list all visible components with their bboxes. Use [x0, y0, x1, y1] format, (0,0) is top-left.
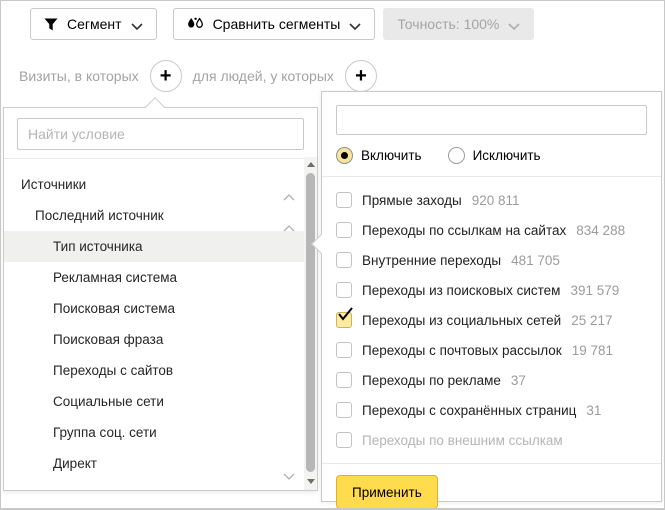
tree-item-label: Социальные сети: [53, 394, 164, 409]
option-count: 391 579: [570, 283, 619, 298]
tree-item-label: Поисковая фраза: [53, 332, 163, 347]
option-label: Переходы с сохранённых страниц: [362, 403, 576, 418]
segment-button[interactable]: Сегмент: [30, 8, 157, 40]
option-label: Переходы по ссылкам на сайтах: [362, 223, 566, 238]
tree-item-label: Переходы с сайтов: [53, 363, 173, 378]
tree-item-site-referrals[interactable]: Переходы с сайтов: [4, 355, 317, 386]
option-count: 481 705: [511, 253, 560, 268]
option-social-network-referrals[interactable]: Переходы из социальных сетей 25 217: [336, 305, 647, 335]
checkbox-icon: [336, 192, 352, 208]
option-search-input[interactable]: [336, 105, 647, 135]
tree-item-search-engine[interactable]: Поисковая система: [4, 293, 317, 324]
include-radio-label: Включить: [361, 148, 422, 163]
radio-circle-icon: [448, 147, 465, 164]
option-label: Переходы по рекламе: [362, 373, 501, 388]
tree-item-label: Рекламная система: [53, 270, 177, 285]
toolbar: Сегмент Сравнить сегменты Точность: 100%: [30, 8, 534, 40]
checkbox-icon: [336, 432, 352, 448]
tree-item-ad-system[interactable]: Рекламная система: [4, 262, 317, 293]
scroll-down-button[interactable]: [304, 475, 317, 488]
droplets-icon: [187, 17, 204, 31]
option-count: 920 811: [472, 193, 520, 208]
accuracy-dropdown[interactable]: Точность: 100%: [383, 8, 534, 40]
compare-segments-button-label: Сравнить сегменты: [213, 16, 341, 32]
source-type-popup: Включить Исключить Прямые заходы 920 811…: [321, 91, 662, 502]
condition-search: [4, 108, 317, 159]
option-search: [336, 105, 647, 135]
chevron-down-icon: [349, 17, 361, 33]
condition-search-input[interactable]: [17, 118, 304, 150]
compare-segments-button[interactable]: Сравнить сегменты: [173, 8, 376, 40]
accuracy-label: Точность: 100%: [397, 16, 499, 32]
condition-picker-panel: Источники Последний источник Тип источни…: [3, 107, 318, 491]
condition-bar: Визиты, в которых + для людей, у которых…: [19, 60, 377, 92]
option-search-engine-referrals[interactable]: Переходы из поисковых систем 391 579: [336, 275, 647, 305]
tree-item-source-type[interactable]: Тип источника: [4, 231, 304, 262]
scroll-thumb[interactable]: [306, 173, 315, 472]
option-label: Внутренние переходы: [362, 253, 501, 268]
add-visit-condition-button[interactable]: +: [150, 60, 182, 92]
popup-footer: Применить: [322, 463, 661, 510]
checkbox-icon: [336, 282, 352, 298]
chevron-down-icon: [508, 17, 520, 33]
option-count: 25 217: [571, 313, 612, 328]
checkbox-icon: [336, 402, 352, 418]
option-label: Переходы по внешним ссылкам: [362, 433, 563, 448]
apply-button[interactable]: Применить: [336, 475, 438, 509]
tree-item-search-phrase[interactable]: Поисковая фраза: [4, 324, 317, 355]
tree-item-label: Источники: [21, 177, 86, 192]
filter-icon: [44, 18, 58, 31]
scroll-up-button[interactable]: [304, 159, 317, 172]
option-internal-referrals[interactable]: Внутренние переходы 481 705: [336, 245, 647, 275]
option-label: Прямые заходы: [362, 193, 462, 208]
option-external-link-referrals[interactable]: Переходы по внешним ссылкам: [336, 425, 647, 455]
option-email-referrals[interactable]: Переходы с почтовых рассылок 19 781: [336, 335, 647, 365]
people-condition-label: для людей, у которых: [193, 68, 334, 84]
chevron-down-icon[interactable]: [283, 460, 295, 491]
exclude-radio-label: Исключить: [473, 148, 541, 163]
include-radio[interactable]: Включить: [336, 147, 422, 164]
option-label: Переходы из поисковых систем: [362, 283, 560, 298]
tree-item-label: Директ: [53, 456, 97, 471]
tree-item-social-networks[interactable]: Социальные сети: [4, 386, 317, 417]
checkbox-icon: [336, 372, 352, 388]
option-count: 834 288: [576, 223, 625, 238]
source-type-options: Прямые заходы 920 811 Переходы по ссылка…: [322, 177, 661, 463]
option-count: 19 781: [572, 343, 613, 358]
tree-item-last-source[interactable]: Последний источник: [4, 200, 317, 231]
chevron-down-icon: [131, 17, 143, 33]
option-direct-visits[interactable]: Прямые заходы 920 811: [336, 185, 647, 215]
checkbox-checked-icon: [336, 312, 352, 328]
tree-scrollbar[interactable]: [304, 157, 317, 490]
add-people-condition-button[interactable]: +: [345, 60, 377, 92]
tree-item-direct[interactable]: Директ: [4, 448, 317, 479]
tree-item-social-group[interactable]: Группа соц. сети: [4, 417, 317, 448]
tree-item-label: Последний источник: [35, 208, 164, 223]
checkbox-icon: [336, 342, 352, 358]
include-exclude-switch: Включить Исключить: [336, 147, 647, 164]
option-count: 31: [586, 403, 601, 418]
checkbox-icon: [336, 222, 352, 238]
tree-item-sources[interactable]: Источники: [4, 169, 317, 200]
exclude-radio[interactable]: Исключить: [448, 147, 541, 164]
radio-circle-icon: [336, 147, 353, 164]
option-label: Переходы с почтовых рассылок: [362, 343, 562, 358]
visits-condition-label: Визиты, в которых: [19, 68, 139, 84]
tree-item-label: Тип источника: [53, 239, 143, 254]
tree-item-label: Поисковая система: [53, 301, 175, 316]
option-saved-page-referrals[interactable]: Переходы с сохранённых страниц 31: [336, 395, 647, 425]
tree-item-label: Группа соц. сети: [53, 425, 157, 440]
checkbox-icon: [336, 252, 352, 268]
option-count: 37: [511, 373, 526, 388]
option-ad-referrals[interactable]: Переходы по рекламе 37: [336, 365, 647, 395]
segment-editor-window: Сегмент Сравнить сегменты Точность: 100%: [0, 0, 665, 510]
condition-tree: Источники Последний источник Тип источни…: [4, 159, 317, 479]
segment-button-label: Сегмент: [67, 16, 122, 32]
option-site-link-referrals[interactable]: Переходы по ссылкам на сайтах 834 288: [336, 215, 647, 245]
option-label: Переходы из социальных сетей: [362, 313, 561, 328]
